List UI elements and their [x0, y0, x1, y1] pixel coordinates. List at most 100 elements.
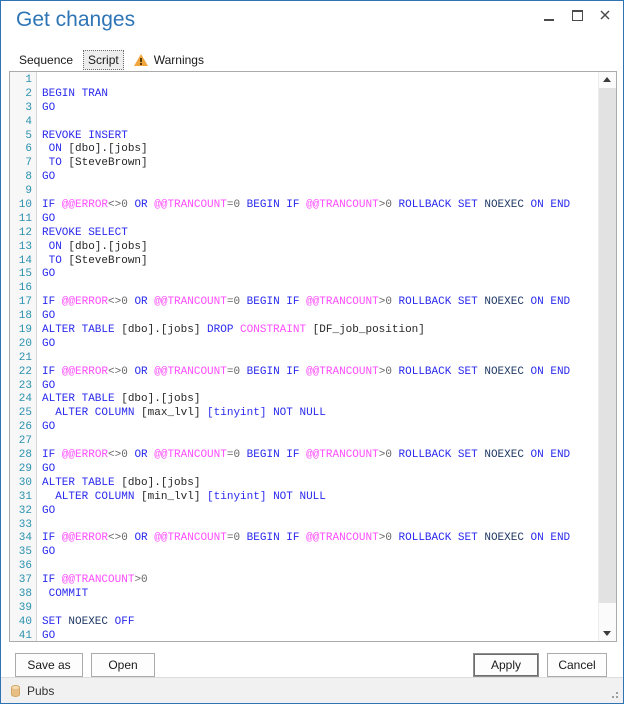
minimize-button[interactable] — [535, 3, 563, 27]
code-line: GO — [42, 268, 598, 282]
code-line: IF @@TRANCOUNT>0 — [42, 574, 598, 588]
code-area[interactable]: BEGIN TRAN GO REVOKE INSERT ON [dbo].[jobs… — [37, 72, 598, 641]
code-token: CONSTRAINT — [240, 324, 307, 337]
code-line: ON [dbo].[jobs] — [42, 143, 598, 157]
vertical-scrollbar[interactable] — [598, 72, 616, 641]
line-number: 41 — [18, 629, 32, 642]
code-token: NOEXEC — [484, 449, 524, 462]
code-token: GO — [42, 421, 56, 434]
code-token: REVOKE INSERT — [42, 129, 128, 142]
code-token: >0 — [378, 365, 392, 378]
code-token: ALTER TABLE — [42, 393, 122, 406]
apply-button[interactable]: Apply — [473, 653, 539, 677]
code-token: [min_lvl] — [141, 490, 201, 503]
line-number: 10 — [18, 199, 32, 212]
code-token: GO — [42, 212, 56, 225]
code-token: NOEXEC — [484, 532, 524, 545]
cancel-button[interactable]: Cancel — [547, 653, 607, 677]
code-token: ROLLBACK SET — [391, 449, 485, 462]
code-line: GO — [42, 546, 598, 560]
minimize-icon — [544, 18, 554, 21]
line-number: 23 — [18, 379, 32, 392]
code-token: TO — [42, 157, 69, 170]
code-line: IF @@ERROR<>0 OR @@TRANCOUNT=0 BEGIN IF … — [42, 199, 598, 213]
code-token: ON END — [523, 199, 571, 212]
code-token: ROLLBACK SET — [391, 532, 485, 545]
code-line: TO [SteveBrown] — [42, 157, 598, 171]
line-number: 22 — [18, 365, 32, 378]
tab-sequence[interactable]: Sequence — [15, 51, 77, 69]
code-token: ROLLBACK SET — [391, 365, 485, 378]
code-token: [tinyint] NOT NULL — [200, 407, 326, 420]
code-line: SET NOEXEC OFF — [42, 616, 598, 630]
code-token: ON — [42, 240, 69, 253]
code-token: NOEXEC — [68, 615, 109, 628]
code-line: IF @@ERROR<>0 OR @@TRANCOUNT=0 BEGIN IF … — [42, 449, 598, 463]
script-editor[interactable]: 1 2 3 4 5 6 7 8 9 10 11 12 13 14 15 16 17 18 19 20 21 22 23 24 2… — [9, 71, 617, 642]
code-line: ON [dbo].[jobs] — [42, 241, 598, 255]
line-number: 19 — [18, 324, 32, 337]
button-row: Save as Open Apply Cancel — [15, 653, 607, 677]
code-token: GO — [42, 310, 56, 323]
code-token: [dbo].[jobs] — [121, 324, 201, 337]
code-token: [dbo].[jobs] — [68, 143, 148, 156]
maximize-button[interactable] — [563, 3, 591, 27]
line-number: 26 — [18, 421, 32, 434]
line-number: 6 — [25, 143, 32, 156]
scrollbar-thumb[interactable] — [599, 88, 616, 603]
line-number: 39 — [18, 601, 32, 614]
code-token: <>0 — [108, 532, 128, 545]
code-token: >0 — [378, 296, 392, 309]
line-number: 25 — [18, 407, 32, 420]
code-line: GO — [42, 421, 598, 435]
window-controls — [535, 3, 619, 27]
code-line: GO — [42, 505, 598, 519]
code-line: ALTER TABLE [dbo].[jobs] — [42, 477, 598, 491]
scroll-down-icon[interactable] — [603, 631, 611, 636]
code-token: @@TRANCOUNT — [306, 199, 379, 212]
code-token: @@ERROR — [61, 532, 109, 545]
code-token: OR — [127, 199, 155, 212]
line-number: 4 — [25, 115, 32, 128]
code-token: DROP — [200, 324, 241, 337]
tab-script[interactable]: Script — [83, 50, 124, 70]
line-number: 20 — [18, 337, 32, 350]
code-token: @@ERROR — [61, 365, 109, 378]
line-number: 30 — [18, 476, 32, 489]
code-token: OR — [127, 532, 155, 545]
warning-icon — [133, 54, 148, 66]
database-name: Pubs — [27, 683, 55, 698]
resize-grip[interactable] — [609, 689, 619, 699]
code-line: ALTER COLUMN [max_lvl] [tinyint] NOT NUL… — [42, 407, 598, 421]
open-button[interactable]: Open — [91, 653, 155, 677]
window-title: Get changes — [16, 8, 136, 31]
line-number: 14 — [18, 254, 32, 267]
save-as-button[interactable]: Save as — [15, 653, 83, 677]
close-button[interactable] — [591, 3, 619, 27]
line-number: 40 — [18, 615, 32, 628]
database-icon — [11, 684, 20, 697]
code-token: @@ERROR — [61, 199, 109, 212]
code-token: BEGIN IF — [240, 199, 307, 212]
code-token: >0 — [134, 574, 148, 587]
code-line: GO — [42, 310, 598, 324]
code-line: ALTER COLUMN [min_lvl] [tinyint] NOT NUL… — [42, 491, 598, 505]
code-token: @@TRANCOUNT — [61, 574, 135, 587]
scroll-up-icon[interactable] — [603, 77, 611, 82]
code-token: ROLLBACK SET — [391, 199, 485, 212]
tab-bar: Sequence Script Warnings — [15, 50, 204, 70]
code-token: IF — [42, 532, 62, 545]
line-number: 15 — [18, 268, 32, 281]
code-token: ON — [42, 143, 69, 156]
code-token: >0 — [378, 199, 392, 212]
code-token: [SteveBrown] — [68, 157, 148, 170]
tab-warnings[interactable]: Warnings — [133, 53, 204, 67]
code-line: TO [SteveBrown] — [42, 255, 598, 269]
code-token: NOEXEC — [484, 296, 524, 309]
code-token: <>0 — [108, 449, 128, 462]
